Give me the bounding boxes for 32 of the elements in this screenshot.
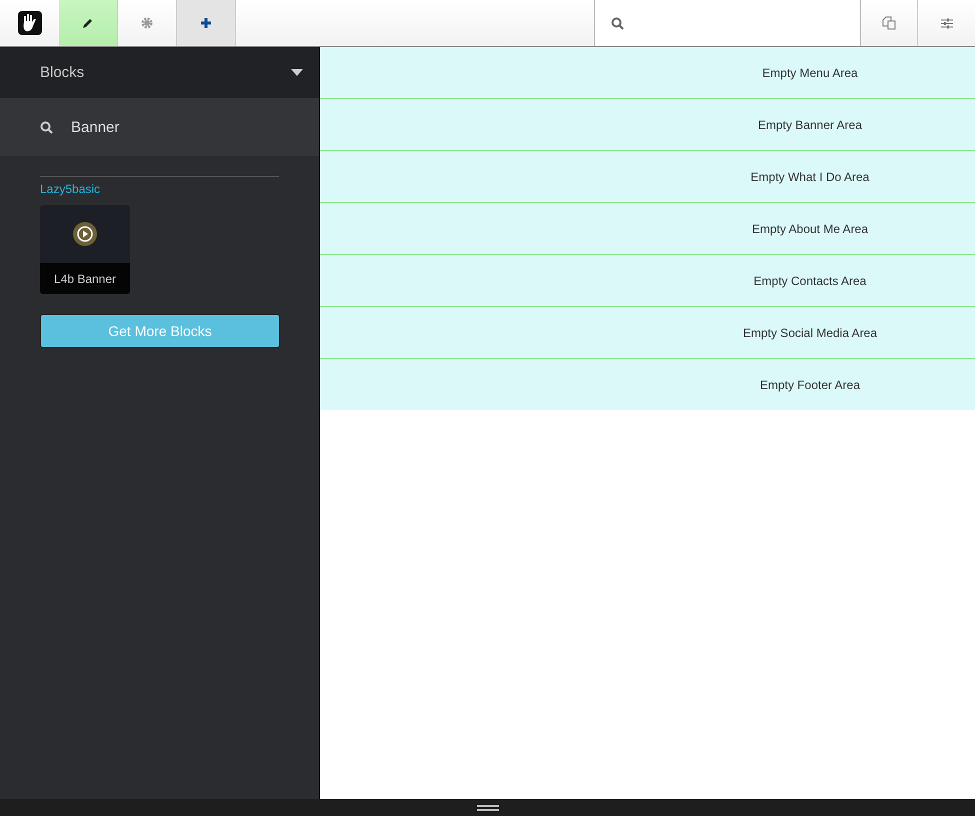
drag-handle-icon[interactable] bbox=[476, 804, 498, 810]
hand-logo-icon[interactable] bbox=[18, 11, 42, 35]
search-icon bbox=[40, 120, 53, 134]
plus-icon bbox=[200, 17, 212, 29]
area-label: Empty Menu Area bbox=[762, 66, 858, 80]
empty-area[interactable]: Empty Contacts Area bbox=[320, 255, 975, 307]
toolbar-button[interactable] bbox=[177, 0, 236, 46]
settings-icon bbox=[141, 17, 153, 29]
empty-area[interactable]: Empty About Me Area bbox=[320, 203, 975, 255]
area-label: Empty About Me Area bbox=[752, 222, 868, 236]
empty-area[interactable]: Empty Banner Area bbox=[320, 99, 975, 151]
area-label: Empty Social Media Area bbox=[742, 326, 878, 340]
panel-title: Blocks bbox=[40, 64, 84, 81]
caret-icon[interactable] bbox=[291, 69, 303, 76]
empty-area[interactable]: Empty Menu Area bbox=[320, 47, 975, 99]
area-label: Empty Footer Area bbox=[760, 378, 860, 392]
pencil-icon bbox=[82, 17, 94, 29]
area-label: Empty What I Do Area bbox=[750, 170, 870, 184]
sliders-icon bbox=[940, 18, 952, 28]
group-title: Lazy5basic bbox=[40, 182, 102, 196]
block-label: L4b Banner bbox=[40, 263, 130, 294]
play-disc-icon bbox=[73, 222, 97, 246]
copy-icon bbox=[882, 16, 896, 30]
area-label: Empty Banner Area bbox=[758, 118, 862, 132]
empty-area[interactable]: Empty Footer Area bbox=[320, 359, 975, 410]
search-icon bbox=[611, 16, 624, 30]
toolbar-button[interactable] bbox=[59, 0, 118, 46]
search-field[interactable] bbox=[594, 0, 861, 46]
block-tile[interactable]: L4b Banner bbox=[40, 205, 130, 294]
area-label: Empty Contacts Area bbox=[754, 274, 866, 288]
empty-area[interactable]: Empty Social Media Area bbox=[320, 307, 975, 359]
empty-area[interactable]: Empty What I Do Area bbox=[320, 151, 975, 203]
